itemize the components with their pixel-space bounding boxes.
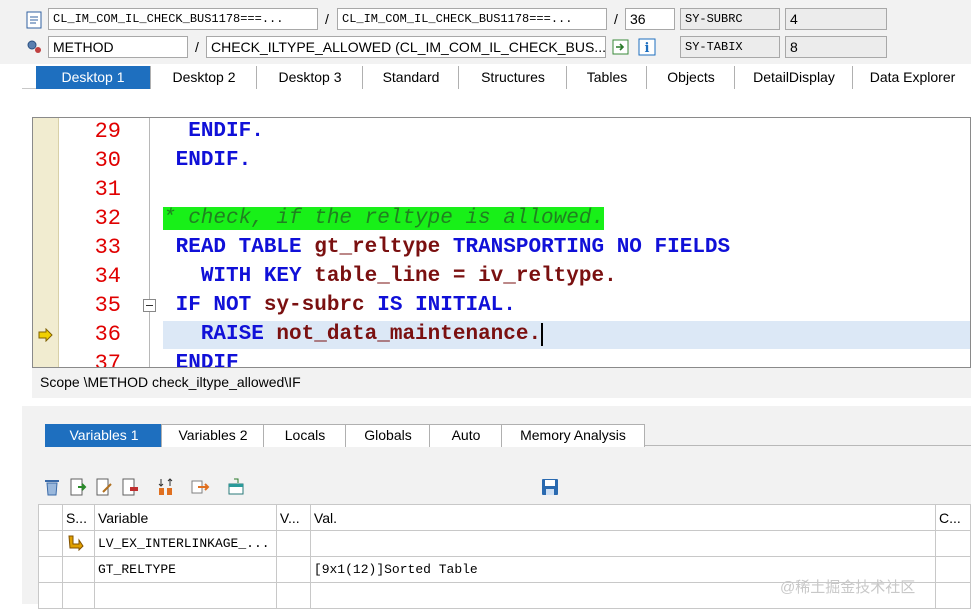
debugger-header: CL_IM_COM_IL_CHECK_BUS1178===... / CL_IM…: [0, 0, 971, 64]
svg-text:i: i: [645, 41, 650, 56]
code-line-current: RAISE not_data_maintenance.: [200, 323, 544, 346]
c-cell: [934, 556, 971, 583]
tab-desktop-1[interactable]: Desktop 1: [36, 66, 150, 89]
column-header-s[interactable]: S...: [61, 504, 95, 531]
event-field[interactable]: CHECK_ILTYPE_ALLOWED (CL_IM_COM_IL_CHECK…: [206, 36, 606, 58]
row-selector-header: [38, 504, 63, 531]
tab-desktop-2[interactable]: Desktop 2: [150, 66, 257, 89]
tab-memory-analysis[interactable]: Memory Analysis: [501, 424, 645, 447]
line-number: 33: [94, 235, 121, 260]
navigate-icon[interactable]: [612, 38, 630, 56]
column-header-v[interactable]: V...: [275, 504, 311, 531]
export-icon[interactable]: [226, 477, 246, 497]
sort-icon[interactable]: [156, 477, 176, 497]
tab-variables-2[interactable]: Variables 2: [161, 424, 265, 447]
include-field[interactable]: CL_IM_COM_IL_CHECK_BUS1178===...: [337, 8, 607, 30]
watermark: @稀土掘金技术社区: [780, 579, 916, 596]
code-line: IF NOT sy-subrc IS INITIAL.: [175, 294, 516, 317]
status-cell: [61, 582, 95, 609]
line-number: 30: [94, 148, 121, 173]
tab-detail-display[interactable]: DetailDisplay: [734, 66, 853, 89]
edit-row-icon[interactable]: [94, 477, 114, 497]
tab-desktop-3[interactable]: Desktop 3: [256, 66, 363, 89]
row-selector[interactable]: [38, 530, 63, 557]
row-selector[interactable]: [38, 582, 63, 609]
tab-data-explorer[interactable]: Data Explorer: [852, 66, 971, 89]
code-line: ENDIF.: [188, 120, 264, 143]
c-cell: [934, 582, 971, 609]
save-icon[interactable]: [540, 477, 560, 497]
sysvar1-name: SY-SUBRC: [680, 8, 780, 30]
separator: /: [325, 11, 329, 27]
table-row[interactable]: LV_EX_INTERLINKAGE_...: [38, 530, 971, 557]
type-field[interactable]: METHOD: [48, 36, 188, 58]
tab-objects[interactable]: Objects: [646, 66, 735, 89]
status-cell: [61, 530, 95, 557]
value-cell[interactable]: [309, 530, 936, 557]
line-field[interactable]: 36: [625, 8, 675, 30]
sysvar2-value: 8: [785, 36, 887, 58]
c-cell: [934, 530, 971, 557]
tab-tables[interactable]: Tables: [566, 66, 647, 89]
tab-locals[interactable]: Locals: [263, 424, 347, 447]
program-icon: [24, 10, 44, 30]
tab-structures[interactable]: Structures: [458, 66, 567, 89]
line-number: 36: [94, 322, 121, 347]
table-header-row: S... Variable V... Val. C...: [38, 504, 971, 531]
variable-cell[interactable]: GT_RELTYPE: [93, 556, 277, 583]
fold-guide: [149, 118, 150, 367]
method-icon: [24, 37, 44, 57]
line-number: 29: [94, 119, 121, 144]
sysvar1-value: 4: [785, 8, 887, 30]
info-icon[interactable]: i: [638, 38, 656, 56]
code-line: WITH KEY table_line = iv_reltype.: [200, 265, 617, 288]
separator: /: [195, 39, 199, 55]
code-comment: * check, if the reltype is allowed.: [163, 207, 605, 230]
status-cell: [61, 556, 95, 583]
variable-cell[interactable]: [93, 582, 277, 609]
sysvar2-name: SY-TABIX: [680, 36, 780, 58]
code-line: * check, if the reltype is allowed.: [163, 205, 605, 233]
tab-auto[interactable]: Auto: [429, 424, 503, 447]
tab-standard[interactable]: Standard: [362, 66, 459, 89]
separator: /: [614, 11, 618, 27]
column-header-value[interactable]: Val.: [309, 504, 936, 531]
tab-globals[interactable]: Globals: [345, 424, 431, 447]
line-number: 37: [94, 351, 121, 368]
v-cell: [275, 556, 311, 583]
source-code-editor[interactable]: 29 30 31 32 33 34 35 36 37 ENDIF. ENDIF.…: [32, 117, 971, 368]
scope-bar: Scope \METHOD check_iltype_allowed\IF: [32, 368, 971, 398]
row-selector[interactable]: [38, 556, 63, 583]
insert-row-icon[interactable]: [68, 477, 88, 497]
desktop-tab-bar: Desktop 1 Desktop 2 Desktop 3 Standard S…: [22, 66, 971, 89]
column-header-variable[interactable]: Variable: [93, 504, 277, 531]
debug-arrow-icon: [37, 327, 55, 343]
v-cell: [275, 582, 311, 609]
line-number: 31: [94, 177, 121, 202]
line-number: 35: [94, 293, 121, 318]
code-line: READ TABLE gt_reltype TRANSPORTING NO FI…: [175, 236, 731, 259]
line-number: 34: [94, 264, 121, 289]
collapse-icon[interactable]: [143, 299, 156, 312]
remove-row-icon[interactable]: [120, 477, 140, 497]
transfer-icon[interactable]: [190, 477, 210, 497]
program-field[interactable]: CL_IM_COM_IL_CHECK_BUS1178===...: [48, 8, 318, 30]
delete-icon[interactable]: [42, 477, 62, 497]
variable-cell[interactable]: LV_EX_INTERLINKAGE_...: [93, 530, 277, 557]
tab-variables-1[interactable]: Variables 1: [45, 424, 163, 447]
column-header-c[interactable]: C...: [934, 504, 971, 531]
line-number: 32: [94, 206, 121, 231]
variable-type-icon: [68, 535, 84, 551]
code-line: ENDIF: [175, 352, 239, 368]
variables-tab-bar: Variables 1 Variables 2 Locals Globals A…: [45, 424, 971, 447]
code-line: ENDIF.: [175, 149, 252, 172]
v-cell: [275, 530, 311, 557]
